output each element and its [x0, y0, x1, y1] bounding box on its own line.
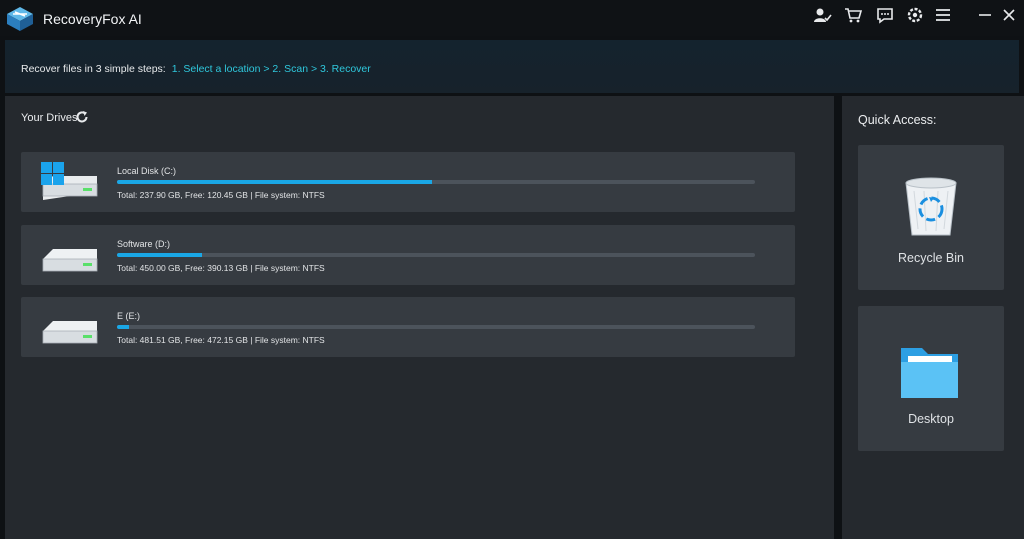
quick-access-label: Recycle Bin: [898, 251, 964, 265]
drive-name: Local Disk (C:): [117, 166, 177, 176]
steps-banner: Recover files in 3 simple steps: 1. Selec…: [5, 40, 1019, 93]
cart-icon[interactable]: [843, 5, 863, 25]
title-bar: RecoveryFox AI: [0, 0, 1024, 36]
quick-access-desktop[interactable]: Desktop: [858, 306, 1004, 451]
feedback-icon[interactable]: [875, 5, 895, 25]
drive-info: Total: 237.90 GB, Free: 120.45 GB | File…: [117, 190, 325, 200]
drive-info: Total: 450.00 GB, Free: 390.13 GB | File…: [117, 263, 325, 273]
quick-access-panel: Quick Access: Recycle Bin Desktop: [842, 96, 1024, 539]
drive-usage-bar: [117, 180, 755, 184]
app-logo-icon: [6, 6, 34, 32]
hard-drive-icon: [39, 233, 99, 277]
hard-drive-icon: [39, 305, 99, 349]
drives-heading: Your Drives: [21, 112, 78, 124]
drive-card-d[interactable]: Software (D:) Total: 450.00 GB, Free: 39…: [21, 225, 795, 285]
drive-name: Software (D:): [117, 239, 171, 249]
quick-access-recycle-bin[interactable]: Recycle Bin: [858, 145, 1004, 290]
drive-info: Total: 481.51 GB, Free: 472.15 GB | File…: [117, 335, 325, 345]
settings-icon[interactable]: [905, 5, 925, 25]
minimize-icon[interactable]: [975, 5, 995, 25]
steps-path: 1. Select a location > 2. Scan > 3. Reco…: [171, 63, 371, 75]
drive-usage-bar: [117, 325, 755, 329]
drive-usage-fill: [117, 253, 202, 257]
steps-text: Recover files in 3 simple steps: 1. Selec…: [21, 63, 371, 75]
menu-icon[interactable]: [933, 5, 953, 25]
recycle-bin-icon: [898, 173, 964, 239]
windows-drive-icon: [39, 160, 99, 204]
quick-access-label: Desktop: [908, 412, 954, 426]
drive-usage-fill: [117, 325, 130, 329]
drive-name: E (E:): [117, 311, 141, 321]
app-title: RecoveryFox AI: [43, 11, 142, 27]
account-icon[interactable]: [812, 5, 832, 25]
drive-card-c[interactable]: Local Disk (C:) Total: 237.90 GB, Free: …: [21, 152, 795, 212]
drive-usage-bar: [117, 253, 755, 257]
steps-prefix: Recover files in 3 simple steps:: [21, 63, 166, 75]
drive-card-e[interactable]: E (E:) Total: 481.51 GB, Free: 472.15 GB…: [21, 297, 795, 357]
quick-access-heading: Quick Access:: [858, 113, 937, 127]
refresh-icon[interactable]: [75, 110, 89, 124]
drive-usage-fill: [117, 180, 433, 184]
drives-panel: Your Drives Local Disk (C:) Total: 237.9…: [5, 96, 834, 539]
close-icon[interactable]: [999, 5, 1019, 25]
folder-icon: [898, 340, 964, 406]
